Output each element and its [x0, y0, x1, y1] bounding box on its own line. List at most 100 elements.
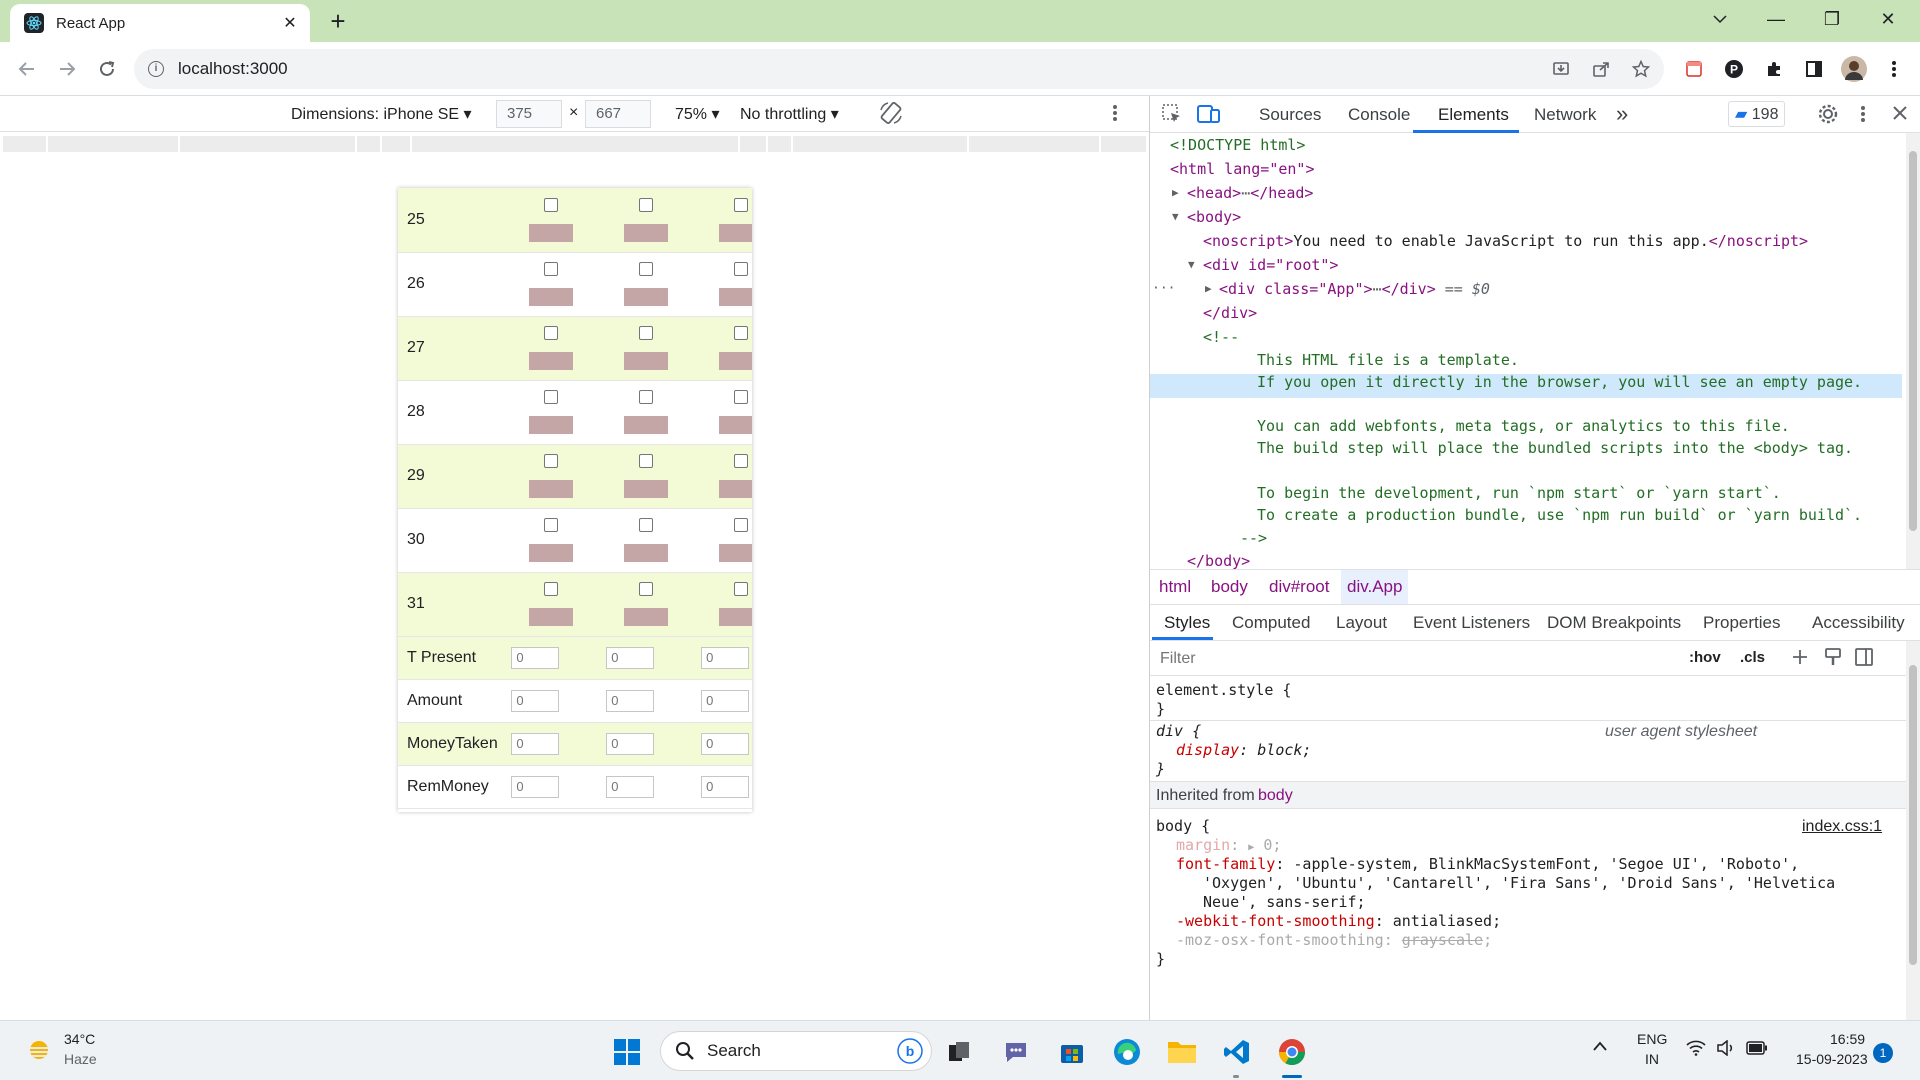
breadcrumb-body[interactable]: body — [1211, 577, 1248, 597]
dom-html-node[interactable]: <html lang="en"> — [1170, 157, 1315, 181]
calendar-extension-icon[interactable] — [1679, 54, 1709, 84]
dom-body-node[interactable]: <body> — [1187, 205, 1241, 229]
browser-tab[interactable]: React App ✕ — [10, 4, 310, 42]
present-checkbox[interactable] — [733, 262, 748, 276]
region-code[interactable]: IN — [1645, 1051, 1659, 1067]
media-query-segment[interactable] — [382, 136, 410, 152]
dom-head-node[interactable]: <head>⋯</head> — [1187, 181, 1313, 205]
clock-time[interactable]: 16:59 — [1830, 1031, 1865, 1047]
taskbar-search-box[interactable]: Search b — [660, 1031, 932, 1071]
devtools-close-icon[interactable] — [1892, 105, 1908, 126]
side-panel-icon[interactable] — [1799, 54, 1829, 84]
tab-console[interactable]: Console — [1348, 105, 1410, 125]
back-button[interactable] — [11, 53, 43, 85]
media-query-segment[interactable] — [48, 136, 178, 152]
zoom-select[interactable]: 75% ▾ — [675, 104, 720, 124]
tab-styles[interactable]: Styles — [1164, 613, 1210, 633]
styles-filter-input[interactable] — [1154, 646, 1674, 672]
volume-icon[interactable] — [1716, 1039, 1736, 1061]
font-family-declaration[interactable]: font-family: -apple-system, BlinkMacSyst… — [1176, 855, 1799, 874]
inherited-from-link[interactable]: body — [1258, 786, 1293, 805]
dom-app-node[interactable]: <div class="App">⋯</div> == $0 — [1219, 277, 1490, 301]
new-tab-button[interactable]: + — [322, 6, 354, 38]
present-checkbox[interactable] — [638, 454, 653, 468]
device-width-input[interactable]: 375 — [496, 100, 562, 128]
browser-menu-icon[interactable] — [1879, 54, 1909, 84]
battery-icon[interactable] — [1746, 1041, 1768, 1060]
dom-root-node[interactable]: <div id="root"> — [1203, 253, 1338, 277]
toggle-sidebar-icon[interactable] — [1854, 647, 1874, 672]
address-bar[interactable]: i localhost:3000 — [134, 49, 1664, 89]
media-query-bar[interactable] — [0, 132, 1149, 158]
present-checkbox[interactable] — [733, 390, 748, 404]
summary-input[interactable]: 0 — [511, 732, 560, 755]
inspect-element-icon[interactable] — [1161, 103, 1183, 130]
tab-close-icon[interactable]: ✕ — [280, 13, 300, 33]
vscode-icon[interactable] — [1220, 1035, 1254, 1069]
tab-elements[interactable]: Elements — [1438, 105, 1509, 125]
media-query-segment[interactable] — [768, 136, 791, 152]
weather-icon[interactable] — [24, 1035, 54, 1070]
bookmark-star-icon[interactable] — [1626, 54, 1656, 84]
reload-button[interactable] — [91, 53, 123, 85]
issues-counter[interactable]: ▰ 198 — [1728, 101, 1786, 127]
dom-scrollbar[interactable] — [1906, 133, 1920, 569]
device-toolbar-menu-icon[interactable] — [1112, 104, 1118, 127]
element-style-rule[interactable]: element.style { — [1156, 681, 1291, 700]
collapsed-ellipsis-icon[interactable]: ⋯ — [1241, 184, 1250, 202]
device-toggle-icon[interactable] — [1197, 103, 1221, 130]
present-checkbox[interactable] — [638, 197, 653, 212]
tab-computed[interactable]: Computed — [1232, 613, 1310, 633]
device-dimensions-select[interactable]: Dimensions: iPhone SE ▾ — [291, 104, 472, 124]
notification-badge[interactable]: 1 — [1873, 1043, 1893, 1063]
media-query-segment[interactable] — [180, 136, 355, 152]
stylesheet-source-link[interactable]: index.css:1 — [1802, 817, 1882, 836]
present-checkbox[interactable] — [733, 454, 748, 468]
media-query-segment[interactable] — [793, 136, 967, 152]
expand-shorthand-icon[interactable]: ▶ — [1248, 842, 1254, 853]
show-hidden-icons-chevron-icon[interactable] — [1592, 1039, 1608, 1057]
summary-input[interactable]: 0 — [701, 689, 750, 712]
paint-brush-icon[interactable] — [1823, 647, 1843, 672]
summary-input[interactable]: 0 — [606, 775, 655, 798]
node-actions-icon[interactable]: ··· — [1152, 277, 1175, 301]
wifi-icon[interactable] — [1686, 1040, 1706, 1061]
throttling-select[interactable]: No throttling ▾ — [740, 104, 839, 124]
dom-comment-open[interactable]: <!-- — [1203, 325, 1239, 349]
collapse-triangle-icon[interactable]: ▼ — [1188, 253, 1195, 277]
present-checkbox[interactable] — [638, 518, 653, 532]
new-style-rule-icon[interactable] — [1790, 647, 1810, 672]
media-query-segment[interactable] — [1101, 136, 1146, 152]
present-checkbox[interactable] — [543, 582, 558, 596]
present-checkbox[interactable] — [638, 582, 653, 596]
microsoft-store-icon[interactable] — [1055, 1035, 1089, 1069]
url-text[interactable]: localhost:3000 — [178, 59, 288, 79]
present-checkbox[interactable] — [543, 390, 558, 404]
summary-input[interactable]: 0 — [606, 689, 655, 712]
weather-condition[interactable]: Haze — [64, 1051, 97, 1067]
chrome-icon[interactable] — [1275, 1035, 1309, 1069]
rotate-device-icon[interactable] — [878, 100, 904, 131]
present-checkbox[interactable] — [638, 262, 653, 276]
present-checkbox[interactable] — [733, 326, 748, 340]
teams-chat-icon[interactable] — [999, 1035, 1033, 1069]
bing-icon[interactable]: b — [897, 1038, 923, 1069]
dom-scrollbar-thumb[interactable] — [1909, 151, 1917, 531]
restore-button[interactable]: ❐ — [1804, 0, 1860, 38]
tab-search-dropdown-icon[interactable] — [1692, 0, 1748, 38]
pinterest-extension-icon[interactable]: P — [1719, 54, 1749, 84]
present-checkbox[interactable] — [543, 326, 558, 340]
media-query-segment[interactable] — [357, 136, 380, 152]
language-code[interactable]: ENG — [1637, 1031, 1667, 1047]
hover-state-toggle[interactable]: :hov — [1689, 649, 1721, 666]
media-query-segment[interactable] — [412, 136, 738, 152]
display-declaration[interactable]: display: block; — [1176, 741, 1311, 760]
media-query-segment[interactable] — [969, 136, 1099, 152]
summary-input[interactable]: 0 — [511, 689, 560, 712]
moz-smoothing-declaration[interactable]: -moz-osx-font-smoothing: grayscale; — [1176, 931, 1492, 950]
minimize-button[interactable]: — — [1748, 0, 1804, 38]
tab-network[interactable]: Network — [1534, 105, 1596, 125]
device-height-input[interactable]: 667 — [585, 100, 651, 128]
breadcrumb-html[interactable]: html — [1159, 577, 1191, 597]
collapse-triangle-icon[interactable]: ▼ — [1172, 205, 1179, 229]
